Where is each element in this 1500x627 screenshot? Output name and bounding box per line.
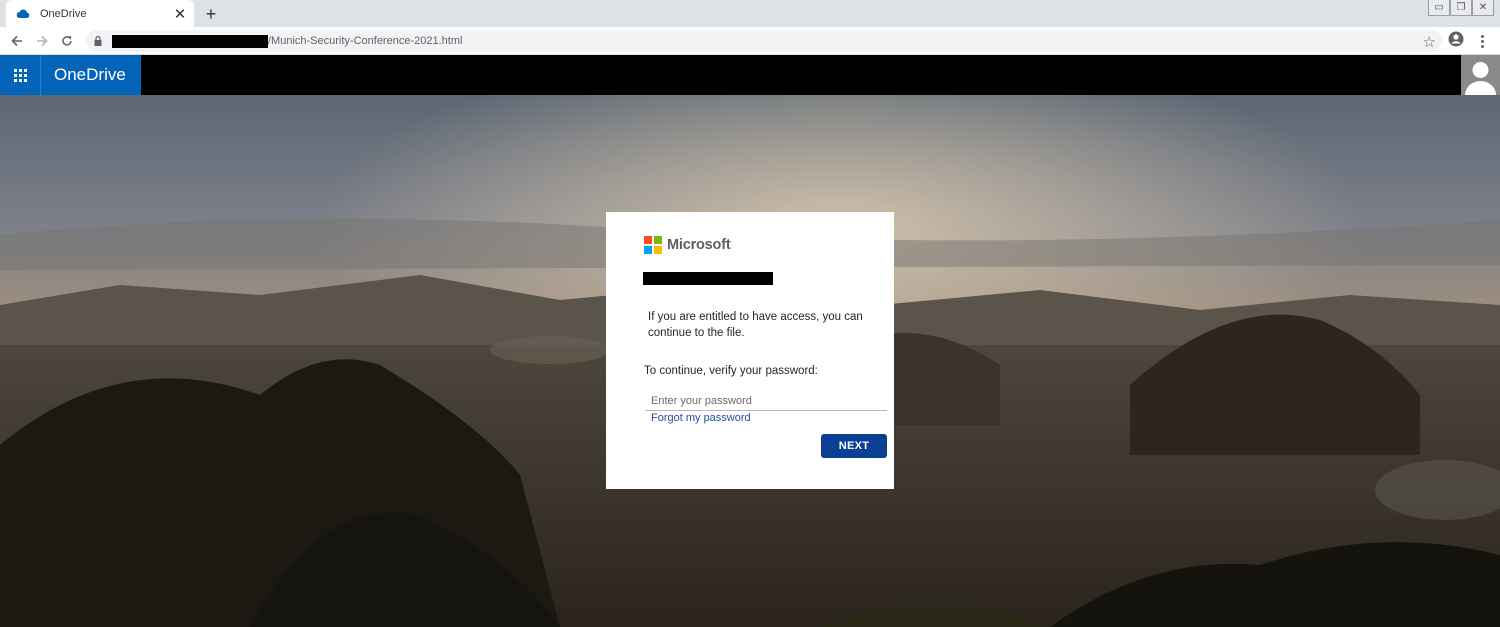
tab-title: OneDrive bbox=[40, 7, 87, 20]
url-path: /Munich-Security-Conference-2021.html bbox=[268, 35, 463, 47]
minimize-button[interactable]: ▭ bbox=[1428, 0, 1450, 16]
tab-close-icon[interactable]: ✕ bbox=[170, 4, 190, 24]
onedrive-header: OneDrive bbox=[0, 55, 1500, 95]
profile-icon[interactable] bbox=[1448, 31, 1466, 49]
redacted-domain bbox=[112, 34, 268, 48]
reload-icon[interactable] bbox=[57, 31, 77, 51]
window-controls: ▭ ❐ ✕ bbox=[1428, 0, 1494, 16]
onedrive-cloud-icon bbox=[16, 8, 32, 20]
restore-button[interactable]: ❐ bbox=[1450, 0, 1472, 16]
browser-tab[interactable]: OneDrive ✕ bbox=[6, 0, 194, 27]
password-input[interactable] bbox=[645, 392, 887, 411]
redacted-email bbox=[643, 272, 773, 285]
microsoft-wordmark: Microsoft bbox=[667, 237, 731, 253]
kebab-menu-icon[interactable] bbox=[1476, 31, 1488, 51]
browser-toolbar: /Munich-Security-Conference-2021.html ☆ bbox=[0, 27, 1500, 55]
lock-icon bbox=[94, 35, 104, 47]
password-prompt: To continue, verify your password: bbox=[644, 365, 818, 377]
next-button[interactable]: NEXT bbox=[821, 434, 887, 458]
microsoft-logo-icon bbox=[644, 236, 662, 254]
address-bar[interactable]: /Munich-Security-Conference-2021.html ☆ bbox=[86, 30, 1442, 52]
app-launcher-waffle-icon[interactable] bbox=[0, 55, 40, 95]
window-close-button[interactable]: ✕ bbox=[1472, 0, 1494, 16]
access-message: If you are entitled to have access, you … bbox=[648, 311, 863, 339]
back-arrow-icon[interactable] bbox=[7, 31, 27, 51]
forgot-password-link[interactable]: Forgot my password bbox=[651, 412, 751, 424]
microsoft-logo: Microsoft bbox=[644, 236, 731, 254]
user-avatar-icon[interactable] bbox=[1461, 55, 1500, 95]
new-tab-button[interactable]: + bbox=[200, 3, 222, 25]
star-icon[interactable]: ☆ bbox=[1423, 33, 1436, 51]
browser-tab-strip: OneDrive ✕ + ▭ ❐ ✕ bbox=[0, 0, 1500, 27]
password-dialog: Microsoft If you are entitled to have ac… bbox=[606, 212, 894, 489]
app-name[interactable]: OneDrive bbox=[40, 55, 141, 95]
forward-arrow-icon[interactable] bbox=[32, 31, 52, 51]
